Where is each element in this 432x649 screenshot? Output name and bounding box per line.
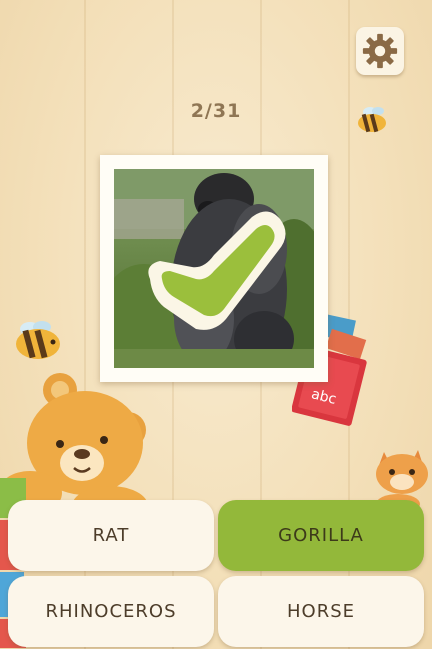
settings-button[interactable] [356, 27, 404, 75]
bee-decoration [16, 321, 60, 359]
answer-button-rat[interactable]: RAT [8, 500, 214, 571]
answer-label: RHINOCEROS [45, 601, 177, 622]
gorilla-photo [114, 169, 314, 368]
answer-button-gorilla[interactable]: GORILLA [218, 500, 424, 571]
check-mark-icon [148, 211, 286, 330]
answer-button-horse[interactable]: HORSE [218, 576, 424, 647]
answer-label: GORILLA [278, 525, 364, 546]
question-photo-card [100, 155, 328, 382]
gear-icon [362, 33, 398, 69]
answer-button-rhinoceros[interactable]: RHINOCEROS [8, 576, 214, 647]
answer-label: HORSE [286, 601, 355, 622]
answer-label: RAT [92, 525, 130, 546]
progress-counter: 2/31 [190, 100, 242, 122]
